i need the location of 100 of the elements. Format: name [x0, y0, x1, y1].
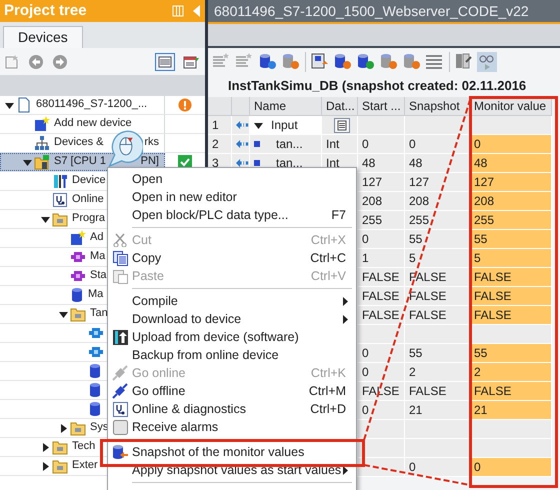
table-cell: 48 [470, 154, 552, 173]
column-header[interactable]: Name [250, 97, 322, 116]
scissors-icon [113, 233, 127, 247]
table-cell: 0 [358, 230, 405, 249]
block-icon [88, 325, 104, 341]
block-icon [70, 249, 86, 265]
column-header[interactable]: Dat... [322, 97, 358, 116]
column-header[interactable]: Snapshot [405, 97, 470, 116]
table-cell: 208 [405, 192, 470, 211]
expand-arrow-icon[interactable] [40, 442, 50, 452]
add-icon [34, 116, 50, 132]
row-number: 2 [208, 135, 232, 154]
table-cell: FALSE [470, 268, 552, 287]
table-icon[interactable] [183, 54, 201, 70]
database-icon[interactable] [333, 52, 353, 72]
database-icon[interactable] [402, 52, 422, 72]
table-cell [405, 325, 470, 344]
mouse-callout-icon [107, 128, 143, 168]
device-icon [34, 154, 50, 170]
table-cell: 0 [405, 458, 470, 477]
menu-item[interactable]: Backup from online device [108, 346, 356, 364]
table-cell: 2 [470, 363, 552, 382]
table-cell: 55 [405, 344, 470, 363]
table-cell: FALSE [470, 306, 552, 325]
expand-arrow-icon[interactable] [40, 462, 50, 470]
table-cell: 5 [470, 249, 552, 268]
table-cell: 48 [405, 154, 470, 173]
table-cell: 48 [358, 154, 405, 173]
new-item-icon[interactable] [4, 54, 20, 70]
tree-item[interactable]: 68011496_S7-1200_... [0, 96, 165, 114]
block-icon [70, 268, 86, 284]
back-icon[interactable] [28, 54, 44, 70]
forward-icon[interactable] [52, 54, 68, 70]
table-cell [405, 420, 470, 439]
table-cell: 208 [470, 192, 552, 211]
stethoscope-icon [52, 192, 68, 208]
database-icon [112, 444, 128, 460]
folder-icon [70, 420, 86, 436]
expand-arrow-icon[interactable] [4, 100, 14, 110]
column-header[interactable]: Start ... [358, 97, 405, 116]
table-cell: 255 [405, 211, 470, 230]
menu-item[interactable]: Online & diagnostics Ctrl+D [108, 400, 356, 418]
list-view-icon[interactable] [155, 52, 175, 70]
database-icon[interactable] [281, 52, 301, 72]
copy-icon [112, 250, 128, 266]
table-cell: 255 [358, 211, 405, 230]
network-icon [34, 135, 50, 151]
table-cell: 21 [405, 401, 470, 420]
menu-item[interactable]: Go offline Ctrl+M [108, 382, 356, 400]
database-icon[interactable] [258, 52, 278, 72]
table-cell: FALSE [358, 306, 405, 325]
glasses-icon[interactable] [477, 52, 497, 72]
table-cell: 127 [358, 173, 405, 192]
folder-icon [52, 439, 68, 455]
monitor-icon[interactable] [310, 52, 330, 72]
expand-arrow-icon[interactable] [22, 158, 32, 166]
table-cell: 5 [405, 249, 470, 268]
database-icon [70, 287, 84, 303]
menu-item[interactable]: Upload from device (software) [108, 328, 356, 346]
database-icon[interactable] [379, 52, 399, 72]
tab[interactable]: Devices [3, 26, 83, 48]
table-cell: 0 [358, 401, 405, 420]
block-icon [88, 344, 104, 360]
folder-icon [52, 211, 68, 227]
upload-icon [112, 330, 128, 344]
panel-title: Project tree [4, 2, 87, 20]
database-icon[interactable] [356, 52, 376, 72]
table-cell: 1 [358, 249, 405, 268]
table-cell: FALSE [405, 306, 470, 325]
cell-text: tan... [276, 136, 303, 152]
table-cell [405, 439, 470, 458]
expand-arrow-icon[interactable] [58, 424, 68, 432]
plug-icon [112, 365, 128, 381]
cell-text: Input [271, 118, 298, 132]
editor-title: 68011496_S7-1200_1500_Webserver_CODE_v22 [214, 2, 529, 20]
data-type-button[interactable] [334, 118, 350, 132]
table-cell: 0 [358, 363, 405, 382]
table-cell: FALSE [405, 268, 470, 287]
table-cell: 0 [358, 135, 405, 154]
table-cell: 0 [470, 135, 552, 154]
paste-icon [112, 268, 128, 284]
expand-arrow-icon[interactable] [40, 214, 50, 224]
table-cell: FALSE [405, 287, 470, 306]
wrench-icon [52, 173, 68, 189]
expand-arrow-icon[interactable] [58, 310, 68, 318]
table-cell: FALSE [470, 287, 552, 306]
table-cell: FALSE [405, 382, 470, 401]
toolbar-separator [448, 52, 451, 72]
bullet-icon [254, 141, 260, 147]
expand-arrow-icon[interactable] [254, 120, 263, 130]
table-cell: 55 [470, 230, 552, 249]
table-cell: 0 [470, 458, 552, 477]
bullet-icon [254, 160, 260, 166]
block-title: InstTankSimu_DB (snapshot created: 02.11.2016 [228, 78, 526, 94]
plug-icon [112, 383, 128, 399]
table-cell: 21 [470, 401, 552, 420]
square-icon [112, 420, 128, 434]
columns-icon[interactable] [454, 52, 474, 72]
row-number: 1 [208, 116, 232, 135]
folder-icon [52, 458, 68, 474]
